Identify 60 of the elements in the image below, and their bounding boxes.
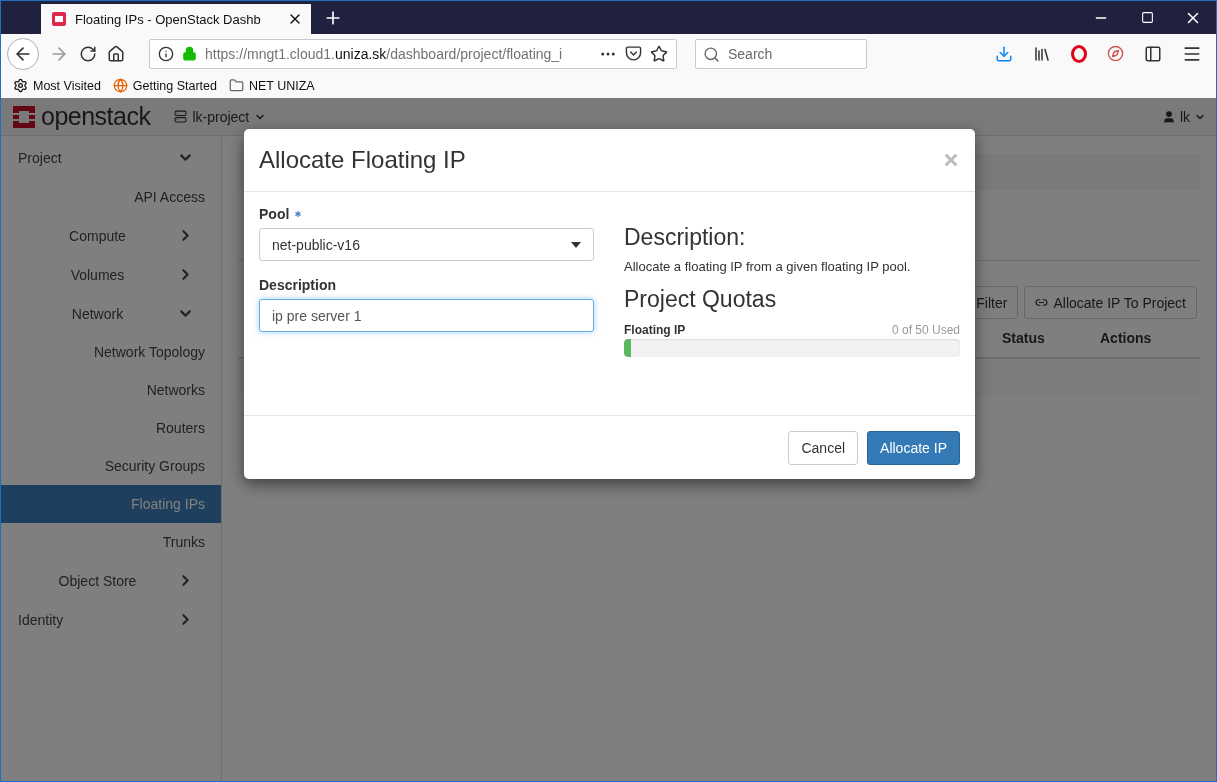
allocate-ip-button[interactable]: Allocate IP To Project — [1024, 286, 1197, 319]
info-icon[interactable] — [158, 45, 174, 62]
library-icon[interactable] — [1033, 44, 1051, 63]
sidebar-item[interactable]: Object Store — [1, 561, 221, 600]
column-header: Status — [1002, 330, 1046, 346]
modal-title: Allocate Floating IP — [259, 146, 467, 174]
maximize-icon[interactable] — [1140, 11, 1154, 24]
pool-select[interactable]: net-public-v16 — [259, 228, 594, 261]
quota-reading: 0 of 50 Used — [891, 323, 960, 337]
home-icon[interactable] — [107, 44, 125, 63]
bookmark[interactable]: Most Visited — [13, 78, 101, 93]
caret-icon — [571, 241, 581, 248]
description-input[interactable]: ip pre server 1 — [259, 299, 594, 332]
sidebar-item[interactable]: Compute — [1, 216, 221, 255]
bookmark[interactable]: NET UNIZA — [228, 78, 315, 93]
sidebar-item[interactable]: Networks — [1, 371, 221, 409]
download-icon[interactable] — [995, 44, 1013, 63]
tab-favicon-icon — [51, 11, 67, 27]
cancel-button[interactable]: Cancel — [788, 430, 859, 465]
pocket-icon[interactable] — [625, 45, 642, 62]
user-menu[interactable]: lk — [1161, 108, 1206, 125]
compass-icon[interactable] — [1107, 45, 1124, 62]
column-header: Actions — [1100, 330, 1153, 346]
quota-name: Floating IP — [624, 323, 686, 337]
tab-title: Floating IPs - OpenStack Dashb — [75, 11, 262, 27]
logo-icon — [11, 103, 37, 130]
sidebar-item[interactable]: Floating IPs — [1, 485, 221, 523]
browser-tab[interactable]: Floating IPs - OpenStack Dashb — [41, 4, 311, 34]
user-icon — [1161, 109, 1176, 124]
openstack-logo[interactable]: openstack — [11, 102, 151, 131]
allocate-button[interactable]: Allocate IP — [867, 430, 960, 465]
sidebar-item[interactable]: Security Groups — [1, 447, 221, 485]
link-icon — [1035, 296, 1049, 309]
sidebar-item[interactable]: Project — [1, 138, 221, 177]
sidebar-item[interactable]: API Access — [1, 177, 221, 216]
help-text: Allocate a floating IP from a given floating IP pool. — [624, 259, 912, 274]
back-button[interactable] — [7, 37, 39, 70]
bookmark[interactable]: Getting Started — [112, 78, 217, 93]
project-dropdown[interactable]: lk-project — [174, 108, 267, 125]
sidebar-item[interactable]: Trunks — [1, 523, 221, 561]
quotas-heading: Project Quotas — [624, 286, 778, 313]
reload-icon[interactable] — [79, 44, 97, 63]
gear-icon — [13, 78, 28, 93]
folder-icon — [228, 78, 244, 93]
search-icon — [703, 45, 720, 63]
lock-icon — [182, 46, 197, 61]
help-heading: Description: — [624, 224, 747, 251]
search-field[interactable]: Search — [695, 38, 867, 69]
field-label: Description — [259, 277, 336, 293]
sidebar-item[interactable]: Network Topology — [1, 333, 221, 371]
sidebar-item[interactable]: Network — [1, 294, 221, 333]
sidebar-icon[interactable] — [1144, 44, 1162, 63]
field-label: Pool — [259, 206, 290, 222]
server-icon — [174, 110, 188, 123]
sidebar-item[interactable]: Routers — [1, 409, 221, 447]
globe-icon — [112, 78, 128, 93]
opera-icon[interactable] — [1071, 44, 1087, 63]
sidebar-item[interactable]: Identity — [1, 600, 221, 639]
star-icon[interactable] — [650, 44, 668, 63]
sidebar-item[interactable]: Volumes — [1, 255, 221, 294]
